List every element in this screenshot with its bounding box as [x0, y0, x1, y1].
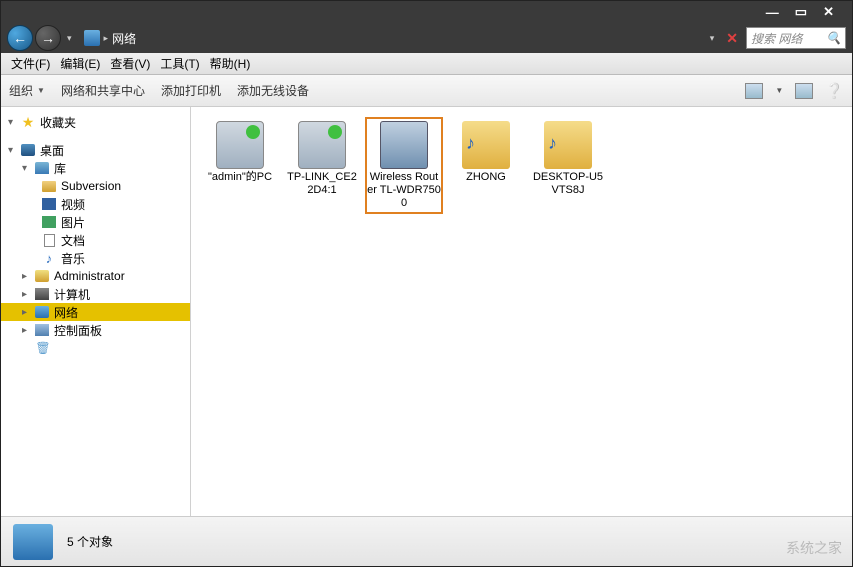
- network-icon: [84, 30, 100, 46]
- expand-icon[interactable]: ▸: [19, 307, 30, 318]
- location-dropdown[interactable]: ▾: [710, 33, 715, 44]
- tree-libraries[interactable]: ▾库: [1, 159, 190, 177]
- arrow-right-icon: →: [41, 30, 55, 46]
- titlebar: — ▭ ✕: [1, 1, 852, 23]
- tree-documents[interactable]: 文档: [1, 231, 190, 249]
- chevron-right-icon: ▸: [104, 33, 109, 44]
- tree-admin[interactable]: ▸Administrator: [1, 267, 190, 285]
- tree-videos[interactable]: 视频: [1, 195, 190, 213]
- search-icon[interactable]: 🔍: [826, 31, 841, 45]
- tree-desktop[interactable]: ▾桌面: [1, 141, 190, 159]
- maximize-button[interactable]: ▭: [795, 4, 807, 20]
- pc-icon: [298, 121, 346, 169]
- user-icon: [35, 270, 49, 282]
- add-printer-button[interactable]: 添加打印机: [161, 82, 221, 99]
- desktop-icon: [21, 144, 35, 156]
- folder-icon: [544, 121, 592, 169]
- status-count: 5 个对象: [67, 533, 113, 550]
- network-center-button[interactable]: 网络和共享中心: [61, 82, 145, 99]
- organize-button[interactable]: 组织 ▼: [9, 82, 45, 99]
- item-label: DESKTOP-U5VTS8J: [531, 171, 605, 197]
- control-panel-icon: [35, 324, 49, 336]
- expand-icon[interactable]: ▸: [19, 289, 30, 300]
- folder-icon: [42, 181, 56, 192]
- back-button[interactable]: ←: [7, 25, 33, 51]
- search-placeholder: 搜索 网络: [751, 30, 802, 47]
- menu-tools[interactable]: 工具(T): [156, 53, 203, 74]
- tree-recycle[interactable]: 🗑: [1, 339, 190, 357]
- stop-icon[interactable]: ✕: [726, 30, 738, 47]
- menu-bar: 文件(F) 编辑(E) 查看(V) 工具(T) 帮助(H): [1, 53, 852, 75]
- preview-pane-button[interactable]: [795, 83, 813, 99]
- network-item[interactable]: DESKTOP-U5VTS8J: [529, 117, 607, 214]
- view-options-button[interactable]: [745, 83, 763, 99]
- recycle-icon: 🗑: [35, 340, 51, 356]
- collapse-icon[interactable]: ▾: [19, 163, 30, 174]
- network-item[interactable]: TP-LINK_CE22D4:1: [283, 117, 361, 214]
- items-view[interactable]: "admin"的PC TP-LINK_CE22D4:1 Wireless Route…: [191, 107, 852, 516]
- menu-view[interactable]: 查看(V): [106, 53, 154, 74]
- search-input[interactable]: 搜索 网络 🔍: [746, 27, 846, 49]
- router-icon: [380, 121, 428, 169]
- picture-icon: [42, 216, 56, 228]
- menu-help[interactable]: 帮助(H): [206, 53, 255, 74]
- item-label: ZHONG: [466, 171, 506, 184]
- breadcrumb[interactable]: ▸ 网络: [84, 30, 137, 47]
- arrow-left-icon: ←: [13, 30, 27, 46]
- network-icon: [35, 306, 49, 318]
- tree-control-panel[interactable]: ▸控制面板: [1, 321, 190, 339]
- chevron-down-icon: ▼: [37, 86, 45, 95]
- forward-button[interactable]: →: [35, 25, 61, 51]
- history-dropdown[interactable]: ▾: [67, 33, 72, 44]
- status-bar: 5 个对象: [1, 516, 852, 566]
- help-icon[interactable]: ❔: [825, 82, 844, 100]
- network-item[interactable]: Wireless Router TL-WDR7500: [365, 117, 443, 214]
- library-icon: [35, 162, 49, 174]
- add-wireless-button[interactable]: 添加无线设备: [237, 82, 309, 99]
- video-icon: [42, 198, 56, 210]
- item-label: "admin"的PC: [208, 171, 272, 184]
- network-large-icon: [13, 524, 53, 560]
- toolbar: 组织 ▼ 网络和共享中心 添加打印机 添加无线设备 ▼ ❔: [1, 75, 852, 107]
- item-label: TP-LINK_CE22D4:1: [285, 171, 359, 197]
- document-icon: [44, 234, 55, 247]
- navigation-pane: ▾★收藏夹 ▾桌面 ▾库 Subversion 视频 图片 文档 ♪音乐 ▸Ad…: [1, 107, 191, 516]
- close-button[interactable]: ✕: [823, 4, 834, 20]
- tree-pictures[interactable]: 图片: [1, 213, 190, 231]
- breadcrumb-location: 网络: [112, 30, 136, 47]
- tree-computer[interactable]: ▸计算机: [1, 285, 190, 303]
- expand-icon[interactable]: ▸: [19, 271, 30, 282]
- navigation-bar: ← → ▾ ▸ 网络 ▾ ✕ 搜索 网络 🔍: [1, 23, 852, 53]
- watermark: 系统之家: [786, 538, 842, 558]
- menu-file[interactable]: 文件(F): [7, 53, 54, 74]
- network-item[interactable]: ZHONG: [447, 117, 525, 214]
- minimize-button[interactable]: —: [766, 5, 779, 20]
- network-item[interactable]: "admin"的PC: [201, 117, 279, 214]
- folder-icon: [462, 121, 510, 169]
- collapse-icon[interactable]: ▾: [5, 117, 16, 128]
- menu-edit[interactable]: 编辑(E): [56, 53, 104, 74]
- tree-network[interactable]: ▸网络: [1, 303, 190, 321]
- music-icon: ♪: [41, 250, 57, 266]
- computer-icon: [35, 288, 49, 300]
- pc-icon: [216, 121, 264, 169]
- collapse-icon[interactable]: ▾: [5, 145, 16, 156]
- expand-icon[interactable]: ▸: [19, 325, 30, 336]
- tree-subversion[interactable]: Subversion: [1, 177, 190, 195]
- tree-favorites[interactable]: ▾★收藏夹: [1, 113, 190, 131]
- star-icon: ★: [20, 114, 36, 130]
- tree-music[interactable]: ♪音乐: [1, 249, 190, 267]
- item-label: Wireless Router TL-WDR7500: [367, 171, 441, 210]
- chevron-down-icon[interactable]: ▼: [775, 86, 783, 95]
